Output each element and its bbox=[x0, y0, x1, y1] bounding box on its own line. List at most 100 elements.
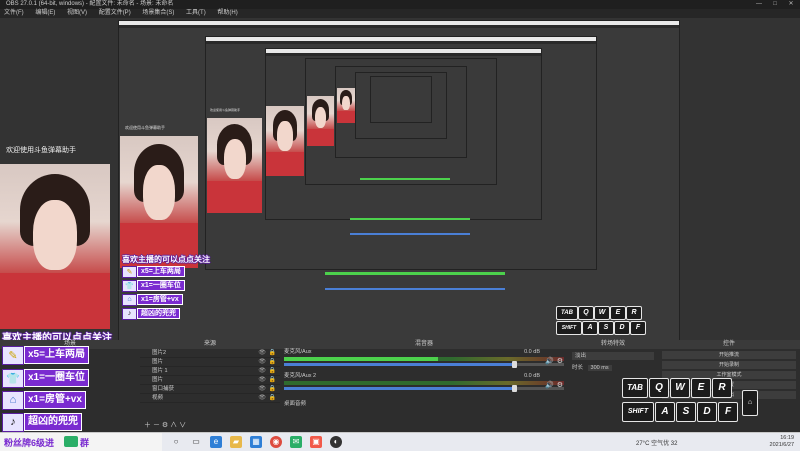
source-item[interactable]: 图片2 👁 🔒 bbox=[140, 349, 280, 358]
lock-icon[interactable]: 🔒 bbox=[269, 349, 276, 357]
source-item[interactable]: 视频 👁 🔒 bbox=[140, 394, 280, 403]
transitions-header: 转场特效 bbox=[568, 340, 658, 349]
nested-meter bbox=[350, 218, 470, 220]
eye-icon[interactable]: 👁 bbox=[258, 385, 266, 393]
menu-help[interactable]: 帮助(H) bbox=[217, 10, 237, 16]
nested-meter bbox=[360, 178, 450, 180]
add-icon[interactable]: ＋ bbox=[144, 422, 151, 429]
up-icon[interactable]: ∧ bbox=[170, 422, 177, 429]
mixer-channel-name: 麦克风/Aux bbox=[284, 349, 312, 355]
controls-header: 控件 bbox=[658, 340, 800, 349]
mixer-header: 混音器 bbox=[280, 340, 568, 349]
edge-icon[interactable]: e bbox=[210, 436, 222, 448]
source-item[interactable]: 窗口捕获 👁 🔒 bbox=[140, 385, 280, 394]
menu-tools[interactable]: 工具(T) bbox=[186, 10, 206, 16]
duration-input[interactable]: 300 ms bbox=[587, 365, 612, 371]
chat-row: ♪ 超凶的兜兜 bbox=[2, 412, 82, 432]
menu-bar: 文件(F) 编辑(E) 视图(V) 配置文件(P) 场景集合(S) 工具(T) … bbox=[0, 9, 800, 18]
key-f: F bbox=[718, 402, 738, 422]
mixer-channel-db: 0.0 dB bbox=[524, 373, 540, 379]
lock-icon[interactable]: 🔒 bbox=[269, 358, 276, 366]
nested-banner-text: 喜欢主播的可以点点关注 bbox=[122, 255, 210, 264]
gear-icon[interactable]: ⚙ bbox=[557, 381, 563, 389]
key-d: D bbox=[697, 402, 717, 422]
audio-meter bbox=[284, 381, 564, 385]
nested-meter bbox=[325, 272, 505, 275]
chat-row: 👕 x1=一圈车位 bbox=[2, 368, 89, 388]
remove-icon[interactable]: － bbox=[153, 422, 160, 429]
app-icon[interactable]: ▣ bbox=[310, 436, 322, 448]
obs-icon[interactable]: ◐ bbox=[330, 436, 342, 448]
eye-icon[interactable]: 👁 bbox=[258, 394, 266, 402]
key-shift: SHIFT bbox=[622, 402, 654, 422]
chat-row: ⌂ x1=房管+vx bbox=[2, 390, 86, 410]
fans-suffix: 群 bbox=[80, 438, 90, 448]
lock-icon[interactable]: 🔒 bbox=[269, 385, 276, 393]
folder-icon[interactable]: ▰ bbox=[230, 436, 242, 448]
welcome-text: 欢迎使用斗鱼弹幕助手 bbox=[6, 147, 76, 154]
maximize-button[interactable]: □ bbox=[768, 0, 782, 9]
sources-toolbar: ＋ － ⚙ ∧ ∨ bbox=[144, 420, 186, 430]
mixer-channel: 麦克风/Aux 2 0.0 dB 🔊 ⚙ bbox=[284, 373, 564, 397]
date-text: 2021/6/27 bbox=[769, 442, 794, 448]
menu-file[interactable]: 文件(F) bbox=[4, 10, 24, 16]
nested-chat-row: ✎ x5=上车两局 bbox=[122, 265, 185, 278]
nested-slider bbox=[350, 233, 470, 235]
nested-webcam-photo bbox=[120, 136, 198, 268]
preview-canvas[interactable]: 欢迎使用斗鱼弹幕助手 欢迎使用斗鱼弹幕助手 欢迎使用斗鱼弹幕助手 喜欢主播的可以… bbox=[0, 18, 800, 340]
clock[interactable]: 16:19 2021/6/27 bbox=[770, 435, 794, 449]
speaker-icon[interactable]: 🔊 bbox=[545, 357, 554, 365]
chat-row: ✎ x5=上车两局 bbox=[2, 345, 89, 365]
task-view-icon[interactable]: ▭ bbox=[190, 436, 202, 448]
nested-chat-row: ⌂ x1=房管+vx bbox=[122, 293, 183, 306]
key-tab: TAB bbox=[622, 378, 648, 398]
nested-welcome-text: 欢迎使用斗鱼弹幕助手 bbox=[125, 125, 165, 130]
gear-icon[interactable]: ⚙ bbox=[162, 422, 168, 429]
nested-webcam-photo bbox=[266, 106, 304, 176]
lock-icon[interactable]: 🔒 bbox=[269, 394, 276, 402]
menu-scene-collection[interactable]: 场景集合(S) bbox=[142, 10, 174, 16]
window-titlebar: OBS 27.0.1 (64-bit, windows) - 配置文件: 未命名… bbox=[0, 0, 800, 9]
menu-edit[interactable]: 编辑(E) bbox=[35, 10, 55, 16]
lock-icon[interactable]: 🔒 bbox=[269, 376, 276, 384]
tiktok-icon: ♪ bbox=[122, 307, 137, 320]
down-icon[interactable]: ∨ bbox=[179, 422, 186, 429]
volume-slider[interactable] bbox=[284, 385, 564, 392]
mixer-channel-name: 麦克风/Aux 2 bbox=[284, 373, 317, 379]
menu-view[interactable]: 视图(V) bbox=[67, 10, 87, 16]
speaker-icon[interactable]: 🔊 bbox=[545, 381, 554, 389]
wechat-taskbar-icon[interactable]: ✉ bbox=[290, 436, 302, 448]
eye-icon[interactable]: 👁 bbox=[258, 367, 266, 375]
eye-icon[interactable]: 👁 bbox=[258, 358, 266, 366]
mixer-footer: 桌面音频 bbox=[284, 401, 307, 407]
fans-banner-strip: 粉丝牌6级进 群 bbox=[0, 433, 162, 451]
fans-text: 粉丝牌6级进 bbox=[4, 438, 55, 448]
nested-webcam-photo bbox=[337, 88, 355, 123]
source-item[interactable]: 图片 👁 🔒 bbox=[140, 376, 280, 385]
start-recording-button[interactable]: 开始录制 bbox=[662, 361, 796, 369]
transition-select[interactable]: 淡出 bbox=[572, 352, 654, 360]
nested-obs-window-7 bbox=[370, 76, 432, 123]
key-w: W bbox=[670, 378, 690, 398]
audio-meter bbox=[284, 357, 564, 361]
eye-icon[interactable]: 👁 bbox=[258, 349, 266, 357]
mixer-channel-db: 0.0 dB bbox=[524, 349, 540, 355]
store-icon[interactable]: ▦ bbox=[250, 436, 262, 448]
mixer-dock: 混音器 麦克风/Aux 0.0 dB 🔊 ⚙ 麦克风/Aux 2 0.0 dB … bbox=[280, 340, 569, 432]
nested-webcam-photo bbox=[307, 96, 334, 146]
start-streaming-button[interactable]: 开始推流 bbox=[662, 351, 796, 359]
mouse-icon: ⌂ bbox=[742, 390, 758, 416]
close-button[interactable]: ✕ bbox=[784, 0, 798, 9]
minimize-button[interactable]: — bbox=[752, 0, 766, 9]
volume-slider[interactable] bbox=[284, 361, 564, 368]
eye-icon[interactable]: 👁 bbox=[258, 376, 266, 384]
source-item[interactable]: 图片 1 👁 🔒 bbox=[140, 367, 280, 376]
lock-icon[interactable]: 🔒 bbox=[269, 367, 276, 375]
search-icon[interactable]: ○ bbox=[170, 436, 182, 448]
menu-profile[interactable]: 配置文件(P) bbox=[99, 10, 131, 16]
source-item[interactable]: 图片 👁 🔒 bbox=[140, 358, 280, 367]
gear-icon[interactable]: ⚙ bbox=[557, 357, 563, 365]
house-icon: ⌂ bbox=[122, 293, 137, 306]
chrome-icon[interactable]: ◉ bbox=[270, 436, 282, 448]
webcam-photo bbox=[0, 164, 110, 329]
